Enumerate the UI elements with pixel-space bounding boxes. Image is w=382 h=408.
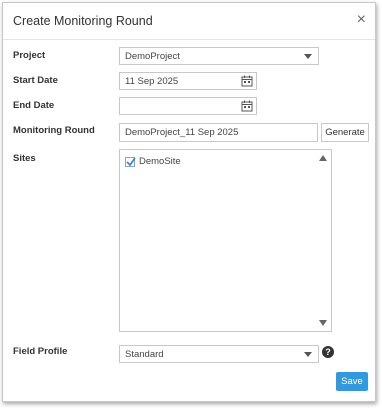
- calendar-icon[interactable]: [241, 100, 253, 112]
- save-button[interactable]: Save: [336, 372, 368, 391]
- monitoring-round-input[interactable]: DemoProject_11 Sep 2025: [119, 123, 318, 142]
- scroll-up-icon[interactable]: [319, 155, 327, 161]
- sites-list[interactable]: DemoSite: [119, 149, 332, 332]
- start-date-label: Start Date: [13, 75, 58, 86]
- create-monitoring-round-dialog: Create Monitoring Round × Project DemoPr…: [2, 2, 376, 402]
- end-date-label: End Date: [13, 100, 55, 111]
- chevron-down-icon: [304, 352, 312, 357]
- start-date-value: 11 Sep 2025: [125, 76, 179, 87]
- field-profile-label: Field Profile: [13, 346, 68, 357]
- help-icon[interactable]: ?: [322, 346, 334, 358]
- close-icon[interactable]: ×: [357, 11, 366, 29]
- scroll-down-icon[interactable]: [319, 320, 327, 326]
- project-select[interactable]: DemoProject: [119, 47, 319, 65]
- monitoring-round-label: Monitoring Round: [13, 125, 95, 136]
- calendar-icon[interactable]: [241, 75, 253, 87]
- site-label: DemoSite: [139, 156, 181, 167]
- check-icon: [126, 157, 136, 166]
- end-date-input[interactable]: [119, 97, 257, 115]
- project-label: Project: [13, 50, 46, 61]
- field-profile-value: Standard: [125, 349, 164, 360]
- list-item[interactable]: DemoSite: [125, 156, 181, 167]
- project-value: DemoProject: [125, 51, 180, 62]
- start-date-input[interactable]: 11 Sep 2025: [119, 72, 257, 90]
- dialog-header: Create Monitoring Round ×: [3, 3, 375, 40]
- field-profile-select[interactable]: Standard: [119, 345, 319, 363]
- chevron-down-icon: [304, 54, 312, 59]
- dialog-title: Create Monitoring Round: [13, 14, 153, 28]
- site-checkbox[interactable]: [125, 156, 136, 167]
- sites-label: Sites: [13, 153, 36, 164]
- generate-button[interactable]: Generate: [321, 123, 369, 142]
- monitoring-round-value: DemoProject_11 Sep 2025: [125, 127, 239, 138]
